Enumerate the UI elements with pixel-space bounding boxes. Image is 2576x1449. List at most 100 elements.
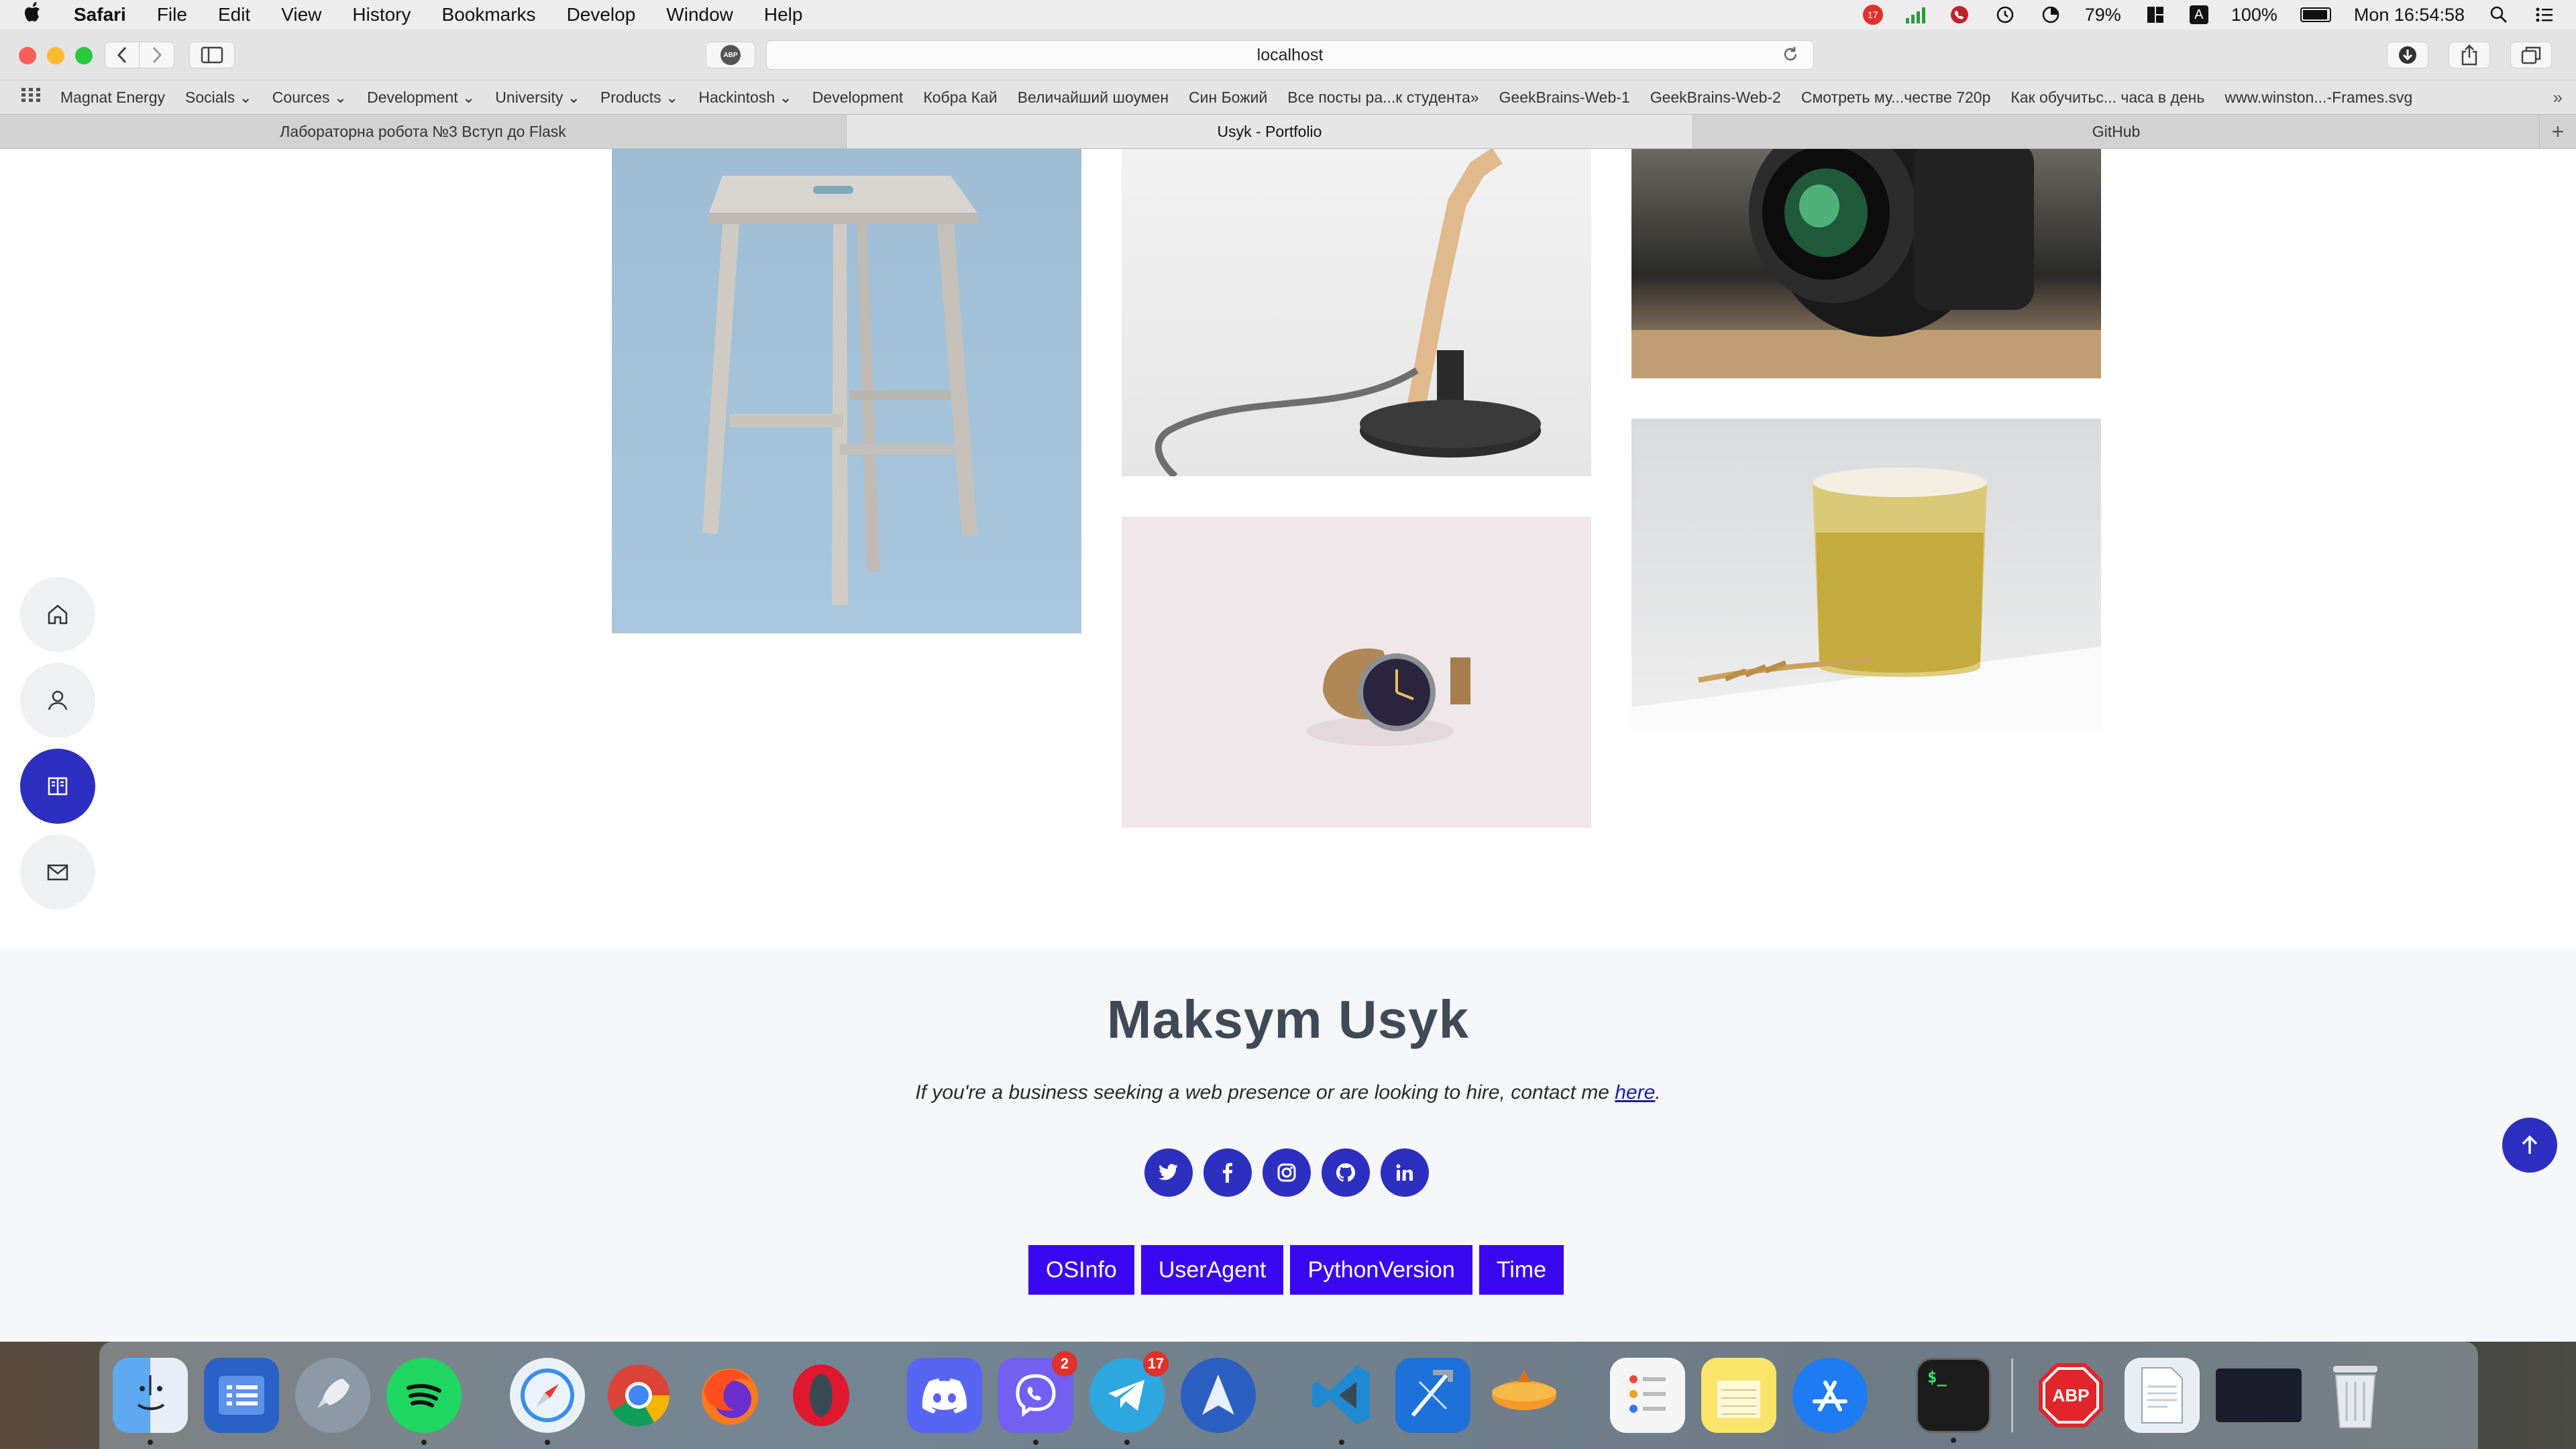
transmit-icon[interactable] (1487, 1358, 1562, 1433)
spark-mail-icon[interactable] (1181, 1358, 1256, 1433)
reminders-icon[interactable] (1610, 1358, 1685, 1433)
user-agent-button[interactable]: UserAgent (1140, 1245, 1284, 1295)
xcode-icon[interactable] (1395, 1358, 1470, 1433)
nav-portfolio-button[interactable] (20, 749, 95, 824)
time-machine-icon[interactable] (1994, 5, 2017, 25)
vscode-icon[interactable] (1304, 1358, 1379, 1445)
facebook-link[interactable] (1203, 1148, 1252, 1197)
bookmark-folder[interactable]: Socials ⌄ (185, 89, 252, 107)
menu-bookmarks[interactable]: Bookmarks (442, 4, 536, 25)
trash-icon[interactable] (2318, 1358, 2393, 1433)
app-store-icon[interactable] (1792, 1358, 1868, 1433)
launchpad-icon[interactable] (295, 1358, 370, 1433)
telegram-icon[interactable]: 17 (1089, 1351, 1169, 1445)
battery-icon[interactable] (2300, 7, 2331, 22)
minimize-window-button[interactable] (47, 47, 64, 64)
more-bookmarks-icon[interactable]: » (2553, 87, 2563, 108)
bookmark-item[interactable]: Как обучитьс... часа в день (2010, 89, 2204, 107)
url-text: localhost (1256, 45, 1324, 64)
bookmark-folder[interactable]: University ⌄ (495, 89, 580, 107)
chrome-icon[interactable] (601, 1358, 676, 1433)
file-manager-icon[interactable] (204, 1358, 279, 1433)
github-link[interactable] (1322, 1148, 1370, 1197)
pdf-document-icon[interactable] (2125, 1358, 2200, 1433)
reload-icon[interactable] (1781, 45, 1800, 68)
wifi-status-icon[interactable] (2039, 5, 2062, 25)
bookmark-folder[interactable]: Products ⌄ (600, 89, 678, 107)
viber-status-icon[interactable] (1948, 5, 1971, 25)
menu-app-name[interactable]: Safari (74, 4, 126, 25)
share-button[interactable] (2449, 42, 2490, 68)
contact-link[interactable]: here (1615, 1081, 1655, 1104)
terminal-icon[interactable]: $_ (1916, 1358, 1991, 1443)
bookmark-folder[interactable]: Development ⌄ (367, 89, 475, 107)
portfolio-image-stool[interactable] (612, 149, 1081, 633)
tab-overview-button[interactable] (2510, 42, 2552, 68)
menu-help[interactable]: Help (764, 4, 803, 25)
instagram-link[interactable] (1263, 1148, 1311, 1197)
menu-view[interactable]: View (281, 4, 321, 25)
tab-portfolio[interactable]: Usyk - Portfolio (847, 115, 1693, 148)
address-bar[interactable]: localhost (766, 40, 1814, 70)
safari-icon[interactable] (510, 1358, 585, 1445)
bookmark-item[interactable]: GeekBrains-Web-1 (1499, 89, 1630, 107)
portfolio-image-camera-lens[interactable] (1631, 149, 2101, 378)
notification-badge-icon[interactable]: 17 (1862, 5, 1883, 25)
menu-window[interactable]: Window (666, 4, 733, 25)
bookmark-item[interactable]: Кобра Кай (923, 89, 997, 107)
nav-home-button[interactable] (20, 577, 95, 652)
maximize-window-button[interactable] (75, 47, 93, 64)
spotify-icon[interactable] (386, 1358, 462, 1445)
discord-icon[interactable] (907, 1358, 982, 1433)
spotlight-search-icon[interactable] (2487, 5, 2510, 25)
nav-contact-button[interactable] (20, 835, 95, 910)
signal-strength-icon[interactable] (1905, 6, 1925, 23)
bookmark-folder[interactable]: Cources ⌄ (272, 89, 347, 107)
linkedin-link[interactable] (1381, 1148, 1429, 1197)
close-window-button[interactable] (19, 47, 36, 64)
bookmark-item[interactable]: GeekBrains-Web-2 (1650, 89, 1781, 107)
tab-github[interactable]: GitHub (1693, 115, 2540, 148)
sidebar-toggle-button[interactable] (189, 42, 235, 68)
python-version-button[interactable]: PythonVersion (1290, 1245, 1472, 1295)
tab-flask-lab[interactable]: Лабораторна робота №3 Вступ до Flask (0, 115, 847, 148)
viber-icon[interactable]: 2 (998, 1351, 1077, 1445)
bookmark-item[interactable]: Син Божий (1189, 89, 1267, 107)
twitter-link[interactable] (1144, 1148, 1193, 1197)
back-button[interactable] (105, 42, 140, 68)
bookmark-item[interactable]: Magnat Energy (60, 89, 165, 107)
bookmark-item[interactable]: Смотреть му...честве 720р (1801, 89, 1991, 107)
notification-center-icon[interactable] (2533, 5, 2556, 25)
new-tab-icon[interactable]: + (2540, 115, 2576, 148)
menu-develop[interactable]: Develop (567, 4, 636, 25)
adblock-button[interactable]: ABP (706, 42, 755, 68)
opera-icon[interactable] (784, 1358, 859, 1433)
apps-grid-icon[interactable] (21, 87, 40, 107)
menu-history[interactable]: History (352, 4, 411, 25)
menu-file[interactable]: File (157, 4, 187, 25)
firefox-icon[interactable] (692, 1358, 767, 1433)
menu-edit[interactable]: Edit (218, 4, 250, 25)
time-button[interactable]: Time (1479, 1245, 1564, 1295)
os-info-button[interactable]: OSInfo (1028, 1245, 1134, 1295)
bookmark-item[interactable]: Все посты ра...к студента» (1287, 89, 1479, 107)
bookmark-item[interactable]: Величайший шоумен (1018, 89, 1169, 107)
apple-menu-icon[interactable] (24, 1, 54, 28)
menu-clock[interactable]: Mon 16:54:58 (2354, 5, 2465, 25)
portfolio-image-glass[interactable] (1631, 419, 2101, 730)
bookmark-item[interactable]: Development (812, 89, 904, 107)
nav-about-button[interactable] (20, 663, 95, 738)
input-source-icon[interactable]: A (2189, 5, 2208, 24)
minimized-window-thumbnail[interactable] (2216, 1368, 2302, 1422)
forward-button[interactable] (140, 42, 174, 68)
bookmark-folder[interactable]: Hackintosh ⌄ (698, 89, 792, 107)
window-layout-icon[interactable] (2144, 5, 2167, 25)
back-to-top-button[interactable] (2502, 1118, 2557, 1173)
notes-icon[interactable] (1701, 1358, 1776, 1433)
finder-icon[interactable] (113, 1358, 188, 1445)
bookmark-item[interactable]: www.winston...-Frames.svg (2224, 89, 2412, 107)
portfolio-image-wristwatch[interactable] (1122, 517, 1591, 828)
adblock-plus-icon[interactable]: ABP (2033, 1358, 2108, 1433)
downloads-button[interactable] (2387, 42, 2428, 68)
portfolio-image-desk-lamp[interactable] (1122, 149, 1591, 476)
